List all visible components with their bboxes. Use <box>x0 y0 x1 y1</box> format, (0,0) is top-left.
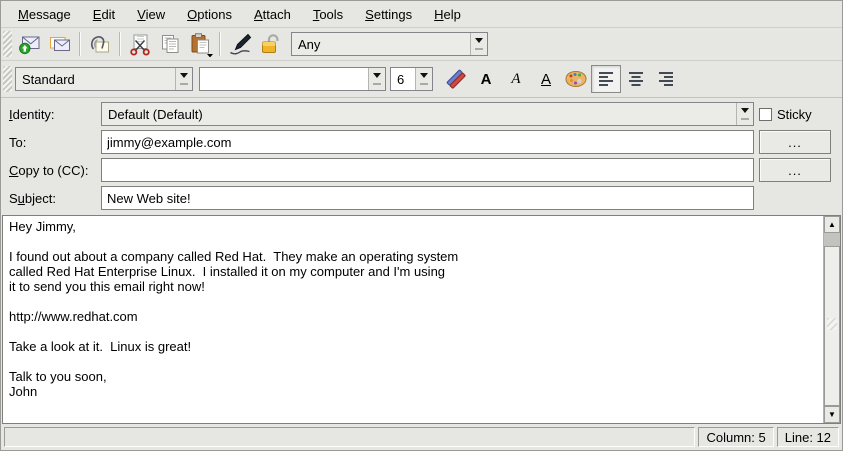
paste-icon <box>187 31 213 57</box>
scroll-down-button[interactable]: ▼ <box>824 406 840 423</box>
menu-attach[interactable]: Attach <box>243 4 302 25</box>
font-size-value: 6 <box>391 72 415 87</box>
sticky-option: Sticky <box>759 107 837 122</box>
message-body-editor[interactable]: Hey Jimmy, I found out about a company c… <box>2 215 841 424</box>
toolbar-separator <box>219 32 221 56</box>
identity-label: Identity: <box>9 107 96 122</box>
align-right-button[interactable] <box>651 65 681 93</box>
crypto-format-combo[interactable]: Any <box>291 32 488 56</box>
paragraph-style-combo[interactable]: Standard <box>15 67 193 91</box>
send-button[interactable] <box>15 30 45 58</box>
chevron-down-icon[interactable] <box>368 68 385 90</box>
copy-icon <box>158 32 182 56</box>
queue-button[interactable] <box>45 30 75 58</box>
to-addressbook-button[interactable]: ... <box>759 130 831 154</box>
reset-font-eraser-icon <box>443 66 469 92</box>
cc-addressbook-button[interactable]: ... <box>759 158 831 182</box>
toolbar-separator <box>79 32 81 56</box>
menu-message[interactable]: Message <box>7 4 82 25</box>
status-column: Column: 5 <box>698 427 773 447</box>
menu-settings[interactable]: Settings <box>354 4 423 25</box>
menubar: Message Edit View Options Attach Tools S… <box>1 1 842 28</box>
cc-input[interactable] <box>101 158 754 182</box>
chevron-down-icon[interactable] <box>470 33 487 55</box>
main-toolbar: Any <box>1 28 842 61</box>
chevron-down-icon[interactable] <box>415 68 432 90</box>
text-color-button[interactable] <box>561 65 591 93</box>
scrollbar-trough[interactable] <box>824 233 840 246</box>
align-center-icon <box>625 68 647 90</box>
paragraph-style-value: Standard <box>16 72 175 87</box>
to-label: To: <box>9 135 96 150</box>
align-left-button[interactable] <box>591 65 621 93</box>
attach-file-icon <box>88 32 112 56</box>
menu-tools[interactable]: Tools <box>302 4 354 25</box>
sign-message-button[interactable] <box>225 30 255 58</box>
menu-view[interactable]: View <box>126 4 176 25</box>
text-color-palette-icon <box>563 66 589 92</box>
menu-help[interactable]: Help <box>423 4 472 25</box>
sticky-label: Sticky <box>777 107 812 122</box>
status-line: Line: 12 <box>777 427 839 447</box>
vertical-scrollbar[interactable]: ▲ ▼ <box>823 216 840 423</box>
message-body-text[interactable]: Hey Jimmy, I found out about a company c… <box>9 219 820 423</box>
encrypt-message-button[interactable] <box>255 30 285 58</box>
composer-headers: Identity: Default (Default) Sticky To: .… <box>1 98 842 215</box>
align-right-icon <box>655 68 677 90</box>
sign-message-icon <box>227 31 253 57</box>
scrollbar-thumb[interactable] <box>824 246 840 406</box>
encrypt-message-icon <box>258 32 282 56</box>
paste-button[interactable] <box>185 30 215 58</box>
toolbar-drag-handle[interactable] <box>3 31 12 57</box>
cc-label: Copy to (CC): <box>9 163 96 178</box>
cut-icon <box>128 32 152 56</box>
scroll-up-button[interactable]: ▲ <box>824 216 840 233</box>
chevron-down-icon[interactable] <box>175 68 192 90</box>
identity-combo[interactable]: Default (Default) <box>101 102 754 126</box>
arrow-up-icon: ▲ <box>828 221 836 229</box>
status-message <box>4 427 695 447</box>
to-input[interactable] <box>101 130 754 154</box>
underline-icon: A <box>541 71 551 88</box>
underline-button[interactable]: A <box>531 65 561 93</box>
sticky-checkbox[interactable] <box>759 108 772 121</box>
cut-button[interactable] <box>125 30 155 58</box>
statusbar: Column: 5 Line: 12 <box>1 424 842 450</box>
identity-value: Default (Default) <box>102 107 736 122</box>
italic-icon: A <box>511 71 520 88</box>
bold-button[interactable]: A <box>471 65 501 93</box>
reset-font-button[interactable] <box>441 65 471 93</box>
menu-options[interactable]: Options <box>176 4 243 25</box>
italic-button[interactable]: A <box>501 65 531 93</box>
bold-icon: A <box>481 71 492 88</box>
align-left-icon <box>595 68 617 90</box>
subject-input[interactable] <box>101 186 754 210</box>
toolbar-drag-handle[interactable] <box>3 66 12 92</box>
copy-button[interactable] <box>155 30 185 58</box>
attach-file-button[interactable] <box>85 30 115 58</box>
menu-edit[interactable]: Edit <box>82 4 126 25</box>
font-size-combo[interactable]: 6 <box>390 67 433 91</box>
format-toolbar: Standard 6 A A A <box>1 61 842 98</box>
subject-label: Subject: <box>9 191 96 206</box>
chevron-down-icon[interactable] <box>736 103 753 125</box>
crypto-format-value: Any <box>292 37 470 52</box>
align-center-button[interactable] <box>621 65 651 93</box>
font-family-combo[interactable] <box>199 67 386 91</box>
kmail-composer-window: Message Edit View Options Attach Tools S… <box>0 0 843 451</box>
queue-mail-icon <box>48 32 72 56</box>
arrow-down-icon: ▼ <box>828 411 836 419</box>
send-mail-icon <box>18 32 42 56</box>
toolbar-separator <box>119 32 121 56</box>
